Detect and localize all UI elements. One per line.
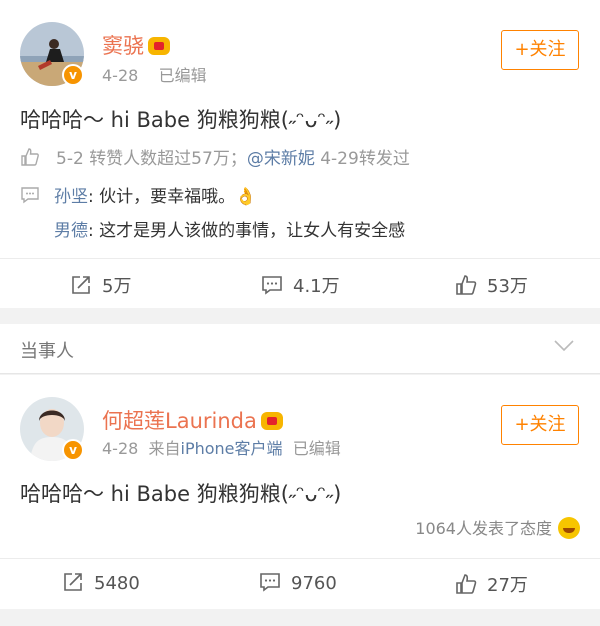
verified-badge-icon: v: [62, 64, 84, 86]
author-name-text[interactable]: 何超莲Laurinda: [102, 409, 257, 433]
commenter-name[interactable]: 男德: [54, 221, 88, 241]
follow-button[interactable]: +关注: [501, 30, 579, 70]
crown-icon: [260, 412, 283, 430]
comment-icon: [262, 276, 282, 295]
post-time: 4-28: [102, 439, 139, 458]
post-meta: 4-28 已编辑: [102, 62, 207, 86]
post-meta: 4-28 来自iPhone客户端 已编辑: [102, 435, 341, 459]
comment-button[interactable]: 9760: [259, 571, 337, 594]
repost-icon: [72, 276, 90, 294]
verified-badge-icon: v: [62, 439, 84, 461]
like-count: 27万: [487, 575, 528, 596]
repost-count: 5万: [102, 276, 132, 297]
like-icon: [21, 148, 39, 166]
mention-link[interactable]: @宋新妮: [247, 149, 315, 169]
repost-count: 5480: [94, 573, 140, 594]
mention-time: 4-29转发过: [320, 149, 410, 169]
commenter-name[interactable]: 孙坚: [54, 187, 88, 207]
post-card-2: v 何超莲Laurinda 4-28 来自iPhone客户端 已编辑 +关注 哈…: [0, 375, 600, 609]
divider: [0, 258, 600, 259]
like-icon: [456, 574, 477, 594]
like-button[interactable]: 27万: [455, 571, 528, 597]
follow-button[interactable]: +关注: [501, 405, 579, 445]
post-time: 4-28: [102, 66, 139, 85]
source-prefix: 来自: [148, 439, 181, 458]
like-icon: [456, 275, 477, 295]
section-title: 当事人: [20, 341, 74, 362]
post-text: 哈哈哈～ hi Babe 狗粮狗粮(˶ᵔᴗᵔ˶): [20, 482, 342, 506]
comment-text: : 这才是男人该做的事情，让女人有安全感: [88, 221, 406, 241]
repost-button[interactable]: 5万: [70, 272, 131, 298]
reactions-summary[interactable]: 1064人发表了态度: [415, 515, 580, 539]
comment-text: : 伙计，要幸福哦。👌: [88, 187, 257, 207]
post-card-1: v 窦骁 4-28 已编辑 +关注 哈哈哈～ hi Babe 狗粮狗粮(˶ᵔᴗᵔ…: [0, 0, 600, 308]
comment-count: 4.1万: [293, 276, 340, 297]
likes-summary-date: 5-2: [56, 149, 84, 169]
comment-item[interactable]: 孙坚: 伙计，要幸福哦。👌: [20, 182, 256, 207]
divider: [0, 558, 600, 559]
repost-icon: [64, 573, 82, 591]
comment-icon: [21, 187, 39, 204]
comment-count: 9760: [291, 573, 337, 594]
crown-icon: [148, 37, 170, 55]
author-name-text[interactable]: 窦骁: [102, 34, 144, 58]
comment-icon: [260, 573, 280, 592]
edited-label: 已编辑: [292, 439, 341, 458]
source-link[interactable]: iPhone客户端: [181, 439, 283, 458]
comment-button[interactable]: 4.1万: [261, 272, 340, 298]
smile-icon: [558, 517, 580, 539]
chevron-down-icon[interactable]: [554, 340, 574, 352]
post-text: 哈哈哈～ hi Babe 狗粮狗粮(˶ᵔᴗᵔ˶): [20, 108, 342, 132]
author-name[interactable]: 窦骁: [102, 30, 170, 60]
like-button[interactable]: 53万: [455, 272, 528, 298]
comment-item[interactable]: 男德: 这才是男人该做的事情，让女人有安全感: [54, 216, 405, 241]
section-header[interactable]: 当事人: [0, 324, 600, 374]
likes-summary-text: 转赞人数超过57万；: [89, 149, 247, 169]
edited-label: 已编辑: [158, 66, 207, 85]
like-count: 53万: [487, 276, 528, 297]
author-name[interactable]: 何超莲Laurinda: [102, 405, 283, 435]
likes-summary: 5-2 转赞人数超过57万；@宋新妮 4-29转发过: [20, 144, 410, 169]
repost-button[interactable]: 5480: [62, 571, 140, 594]
reactions-text: 1064人发表了态度: [415, 519, 552, 538]
